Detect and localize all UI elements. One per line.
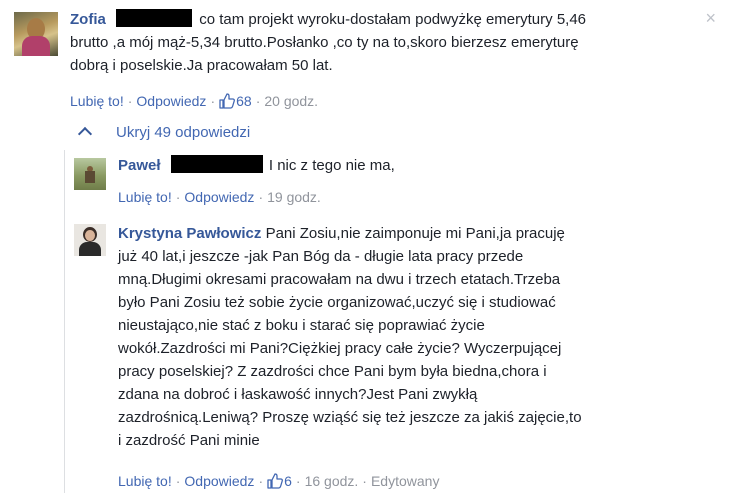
like-link[interactable]: Lubię to! [118, 473, 172, 489]
separator-dot: · [362, 473, 367, 489]
thumbs-up-icon [267, 473, 284, 493]
reply-link[interactable]: Odpowiedz [136, 93, 206, 109]
separator-dot: · [295, 473, 301, 489]
reply-link[interactable]: Odpowiedz [184, 189, 254, 205]
separator-dot: · [175, 473, 181, 489]
timestamp[interactable]: 16 godz. [305, 473, 359, 489]
avatar-krystyna[interactable] [74, 224, 106, 256]
edited-label[interactable]: Edytowany [371, 473, 439, 489]
redacted-surname [116, 9, 193, 27]
separator-dot: · [258, 473, 264, 489]
avatar-zofia[interactable] [14, 12, 58, 56]
chevron-up-icon [77, 126, 93, 142]
comment-text-line: Pani Zosiu,nie zaimponuje mi Pani,ja pra… [265, 225, 565, 242]
comment-text-line: dobrą i poselskie.Ja pracowałam 50 lat. [70, 57, 333, 74]
comment-actions: Lubię to! · Odpowiedz · 6 · 16 godz. · Edytowany [118, 471, 439, 493]
comment-text-line: już 40 lat,i jeszcze -jak Pan Bóg da - d… [118, 248, 524, 265]
comment-text-line: zazdrośnicą.Leniwą? Proszę wziąść się te… [118, 409, 582, 426]
separator-dot: · [175, 189, 181, 205]
redacted-surname [170, 155, 263, 173]
comment-actions: Lubię to! · Odpowiedz · 19 godz. [118, 187, 321, 207]
separator-dot: · [255, 93, 261, 109]
comment-text-line: pracy poselskiej? Z zazdrości chce Pani … [118, 363, 547, 380]
like-link[interactable]: Lubię to! [118, 189, 172, 205]
timestamp[interactable]: 19 godz. [267, 189, 321, 205]
like-count-value: 6 [284, 473, 292, 489]
author-name-zofia[interactable]: Zofia [70, 11, 106, 28]
comment-text-line: i zazdrość Pani minie [118, 432, 260, 449]
comment-line-1: Zofia co tam projekt wyroku-dostałam pod… [70, 8, 700, 31]
like-count[interactable]: 68 [219, 93, 252, 109]
comment-line-1: Krystyna Pawłowicz Pani Zosiu,nie zaimpo… [118, 222, 678, 245]
close-icon[interactable]: × [705, 8, 716, 29]
reply-link[interactable]: Odpowiedz [184, 473, 254, 489]
comment-text-line: I nic z tego nie ma, [268, 157, 395, 174]
comment-text-line: nieustająco,nie stać z boku i starać się… [118, 317, 485, 334]
comment-text-line: było Pani Zosiu też sobie życie organizo… [118, 294, 556, 311]
separator-dot: · [127, 93, 133, 109]
timestamp[interactable]: 20 godz. [264, 93, 318, 109]
comment-text-line: zdana na dobroć i łaskawość innych?Jest … [118, 386, 478, 403]
like-link[interactable]: Lubię to! [70, 93, 124, 109]
author-name-krystyna[interactable]: Krystyna Pawłowicz [118, 225, 261, 242]
comment-text-line: brutto ,a mój mąż-5,34 brutto.Posłanko ,… [70, 34, 579, 51]
comment-zofia: Zofia co tam projekt wyroku-dostałam pod… [0, 0, 730, 120]
avatar-pawel[interactable] [74, 158, 106, 190]
comment-krystyna: Krystyna Pawłowicz Pani Zosiu,nie zaimpo… [0, 216, 730, 493]
comment-text-line: wokół.Zazdrości mi Pani?Ciężkiej pracy c… [118, 340, 562, 357]
hide-replies-label: Ukryj 49 odpowiedzi [116, 124, 251, 141]
like-count[interactable]: 6 [267, 473, 292, 489]
comment-text-line: co tam projekt wyroku-dostałam podwyżkę … [199, 11, 587, 28]
hide-replies-button[interactable]: Ukryj 49 odpowiedzi [77, 124, 251, 142]
separator-dot: · [258, 189, 264, 205]
author-name-pawel[interactable]: Paweł [118, 157, 161, 174]
like-count-value: 68 [236, 93, 252, 109]
thumbs-up-icon [219, 93, 236, 114]
comment-text-line: mną.Długimi okresami pracowałam na dwu i… [118, 271, 561, 288]
comment-pawel: Paweł I nic z tego nie ma, Lubię to! · Odp… [0, 150, 730, 210]
comment-actions: Lubię to! · Odpowiedz · 68 · 20 godz. [70, 91, 318, 114]
separator-dot: · [210, 93, 216, 109]
